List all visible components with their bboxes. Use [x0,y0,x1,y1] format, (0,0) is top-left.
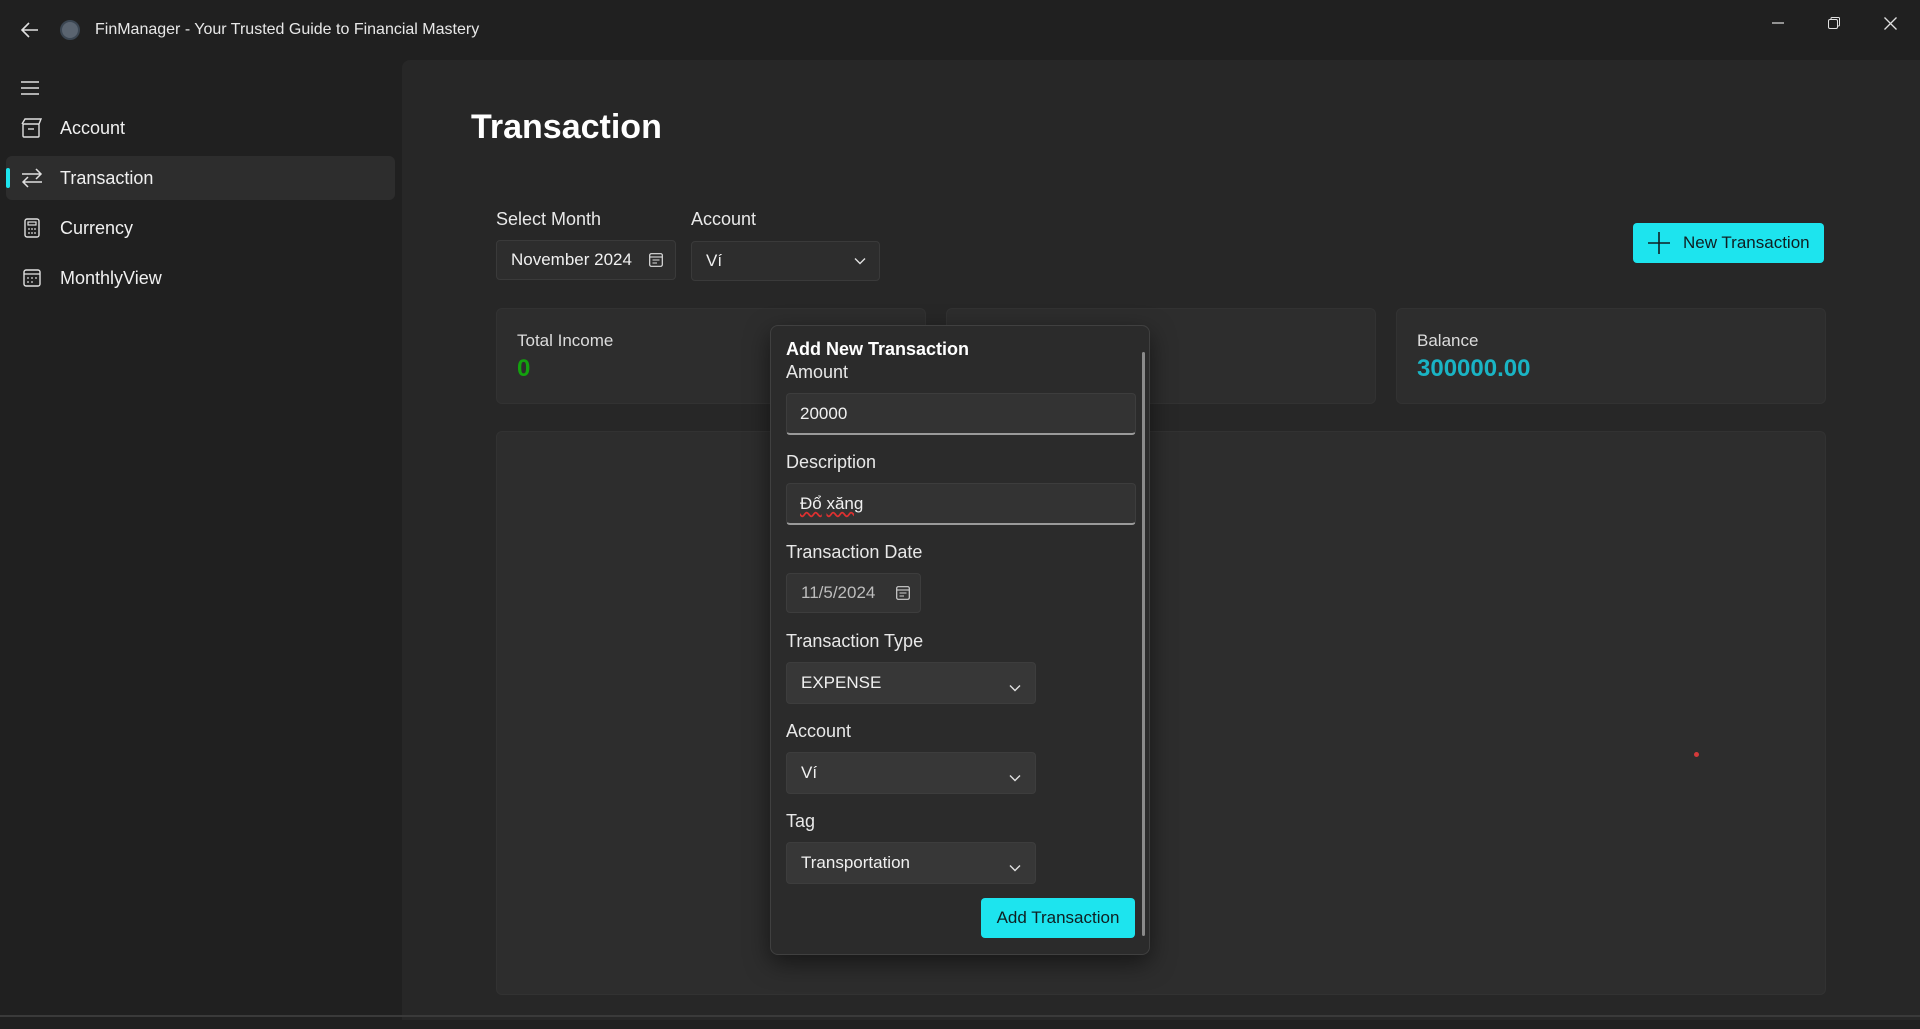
flyout-title: Add New Transaction [786,339,970,359]
balance-card: Balance 300000.00 [1396,308,1826,404]
amount-input[interactable]: 20000 [786,393,1136,435]
sidebar-item-transaction[interactable]: Transaction [6,156,395,200]
month-picker[interactable]: November 2024 [496,240,676,280]
calculator-icon [20,216,44,240]
new-transaction-label: New Transaction [1683,233,1810,252]
sidebar-item-account[interactable]: Account [6,106,395,150]
transaction-date-label: Transaction Date [786,542,923,562]
tag-label: Tag [786,811,816,831]
chevron-down-icon [1009,677,1021,697]
account-filter-label: Account [691,209,757,229]
flyout-scrollbar[interactable] [1142,352,1145,936]
description-word-1: Đổ [800,493,822,513]
restore-icon [1828,17,1840,29]
sidebar-item-label: Currency [60,218,134,238]
transactions-panel [496,431,1826,995]
bottom-divider [0,1015,1920,1017]
amount-value: 20000 [800,403,848,423]
month-picker-value: November 2024 [511,250,632,269]
dialog-account-label: Account [786,721,852,741]
new-transaction-button[interactable]: New Transaction [1633,223,1824,263]
description-label: Description [786,452,877,472]
menu-toggle-button[interactable] [14,72,46,104]
transfer-arrows-icon [20,166,44,190]
sidebar-item-label: Transaction [60,168,154,188]
transaction-date-picker[interactable]: 11/5/2024 [786,573,921,613]
active-indicator [6,168,10,188]
card-title: Balance [1417,331,1479,350]
back-arrow-icon [21,22,38,38]
select-month-label: Select Month [496,209,602,229]
minimize-icon [1772,22,1784,24]
main-content: Transaction Select Month November 2024 A… [402,60,1920,1020]
chevron-down-icon [1009,857,1021,877]
chevron-down-icon [851,252,869,270]
description-input[interactable]: Đổ xăng [786,483,1136,525]
window-title: FinManager - Your Trusted Guide to Finan… [95,21,480,38]
sidebar: Account Transaction Currency MonthlyView [0,60,400,1015]
card-title: Total Income [517,331,614,350]
description-word-2: xăng [826,493,864,513]
title-bar: FinManager - Your Trusted Guide to Finan… [0,0,1920,60]
dialog-account-value: Ví [801,763,818,782]
total-income-value: 0 [517,355,531,382]
calendar-icon [896,585,910,605]
transaction-type-dropdown[interactable]: EXPENSE [786,662,1036,704]
add-transaction-flyout: Add New Transaction Amount 20000 Descrip… [770,325,1150,955]
tag-dropdown[interactable]: Transportation [786,842,1036,884]
red-dot-marker [1694,752,1699,757]
add-transaction-button[interactable]: Add Transaction [981,898,1135,938]
page-title: Transaction [471,108,662,146]
sidebar-item-label: MonthlyView [60,268,162,288]
close-icon [1883,16,1897,30]
transaction-date-value: 11/5/2024 [801,583,876,602]
close-button[interactable] [1870,8,1910,38]
back-button[interactable] [16,16,44,44]
plus-icon [1648,232,1670,254]
tag-value: Transportation [801,853,910,872]
sidebar-item-currency[interactable]: Currency [6,206,395,250]
account-filter-value: Ví [706,251,723,270]
transaction-type-value: EXPENSE [801,673,882,692]
calendar-icon [20,266,44,290]
balance-value: 300000.00 [1417,355,1531,382]
sidebar-item-label: Account [60,118,126,138]
sidebar-item-monthlyview[interactable]: MonthlyView [6,256,395,300]
minimize-button[interactable] [1758,8,1798,38]
amount-label: Amount [786,362,849,382]
dialog-account-dropdown[interactable]: Ví [786,752,1036,794]
account-icon [20,116,44,140]
transaction-type-label: Transaction Type [786,631,924,651]
account-filter-dropdown[interactable]: Ví [691,241,880,281]
app-logo-icon [60,20,80,40]
restore-button[interactable] [1814,8,1854,38]
calendar-icon [647,251,665,269]
chevron-down-icon [1009,767,1021,787]
hamburger-icon [21,81,39,95]
